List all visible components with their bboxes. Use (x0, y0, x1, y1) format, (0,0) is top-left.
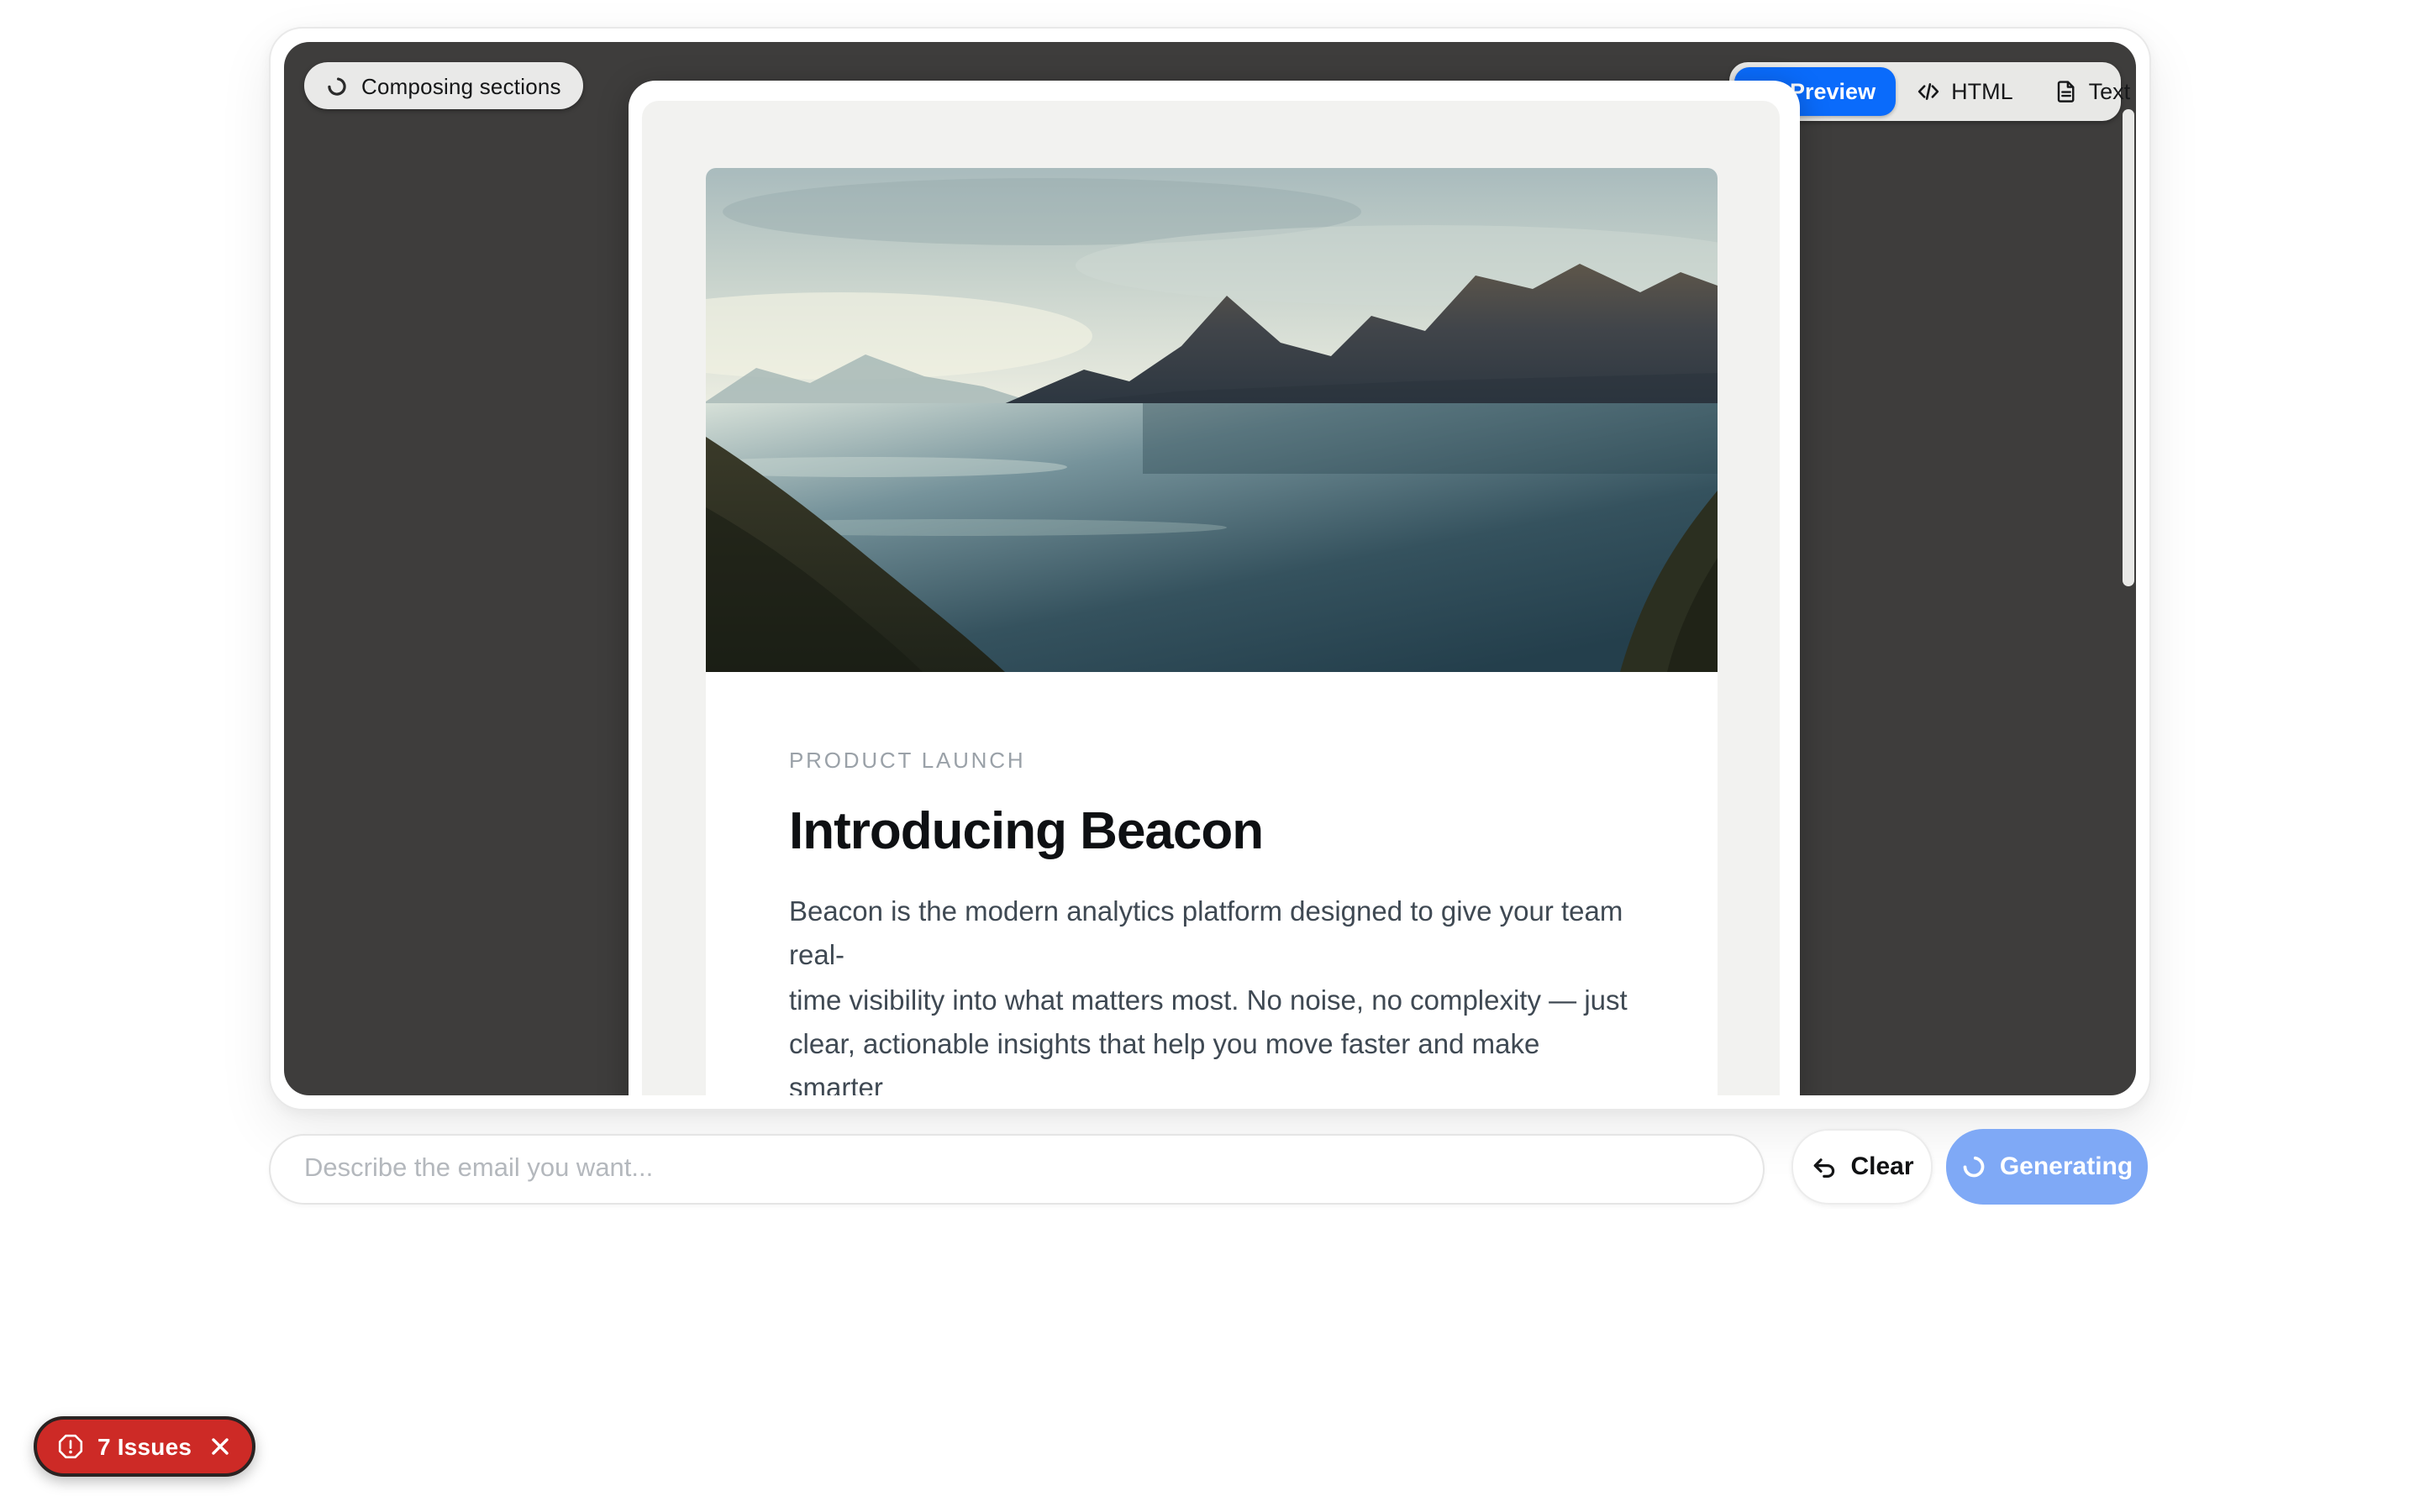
status-chip-label: Composing sections (361, 73, 561, 98)
tab-html-label: HTML (1951, 79, 2013, 104)
spinner-icon (1961, 1154, 1986, 1179)
email-body: PRODUCT LAUNCH Introducing Beacon Beacon… (705, 672, 1717, 1095)
email-canvas: PRODUCT LAUNCH Introducing Beacon Beacon… (642, 101, 1780, 1095)
preview-panel: Composing sections Preview (284, 42, 2136, 1095)
tab-html[interactable]: HTML (1896, 67, 2033, 116)
issues-badge[interactable]: 7 Issues (34, 1416, 255, 1477)
document-icon (2054, 79, 2079, 104)
alert-octagon-icon (57, 1433, 84, 1460)
prompt-input[interactable] (269, 1134, 1765, 1205)
hero-image (705, 168, 1717, 672)
app-stage: Composing sections Preview (0, 0, 2420, 1512)
spinner-icon (326, 75, 348, 97)
panel-scrollbar-thumb[interactable] (2123, 109, 2134, 586)
tab-text[interactable]: Text (2033, 67, 2136, 116)
tab-preview-label: Preview (1790, 79, 1876, 104)
email-paragraph: Beacon is the modern analytics platform … (789, 890, 1633, 1095)
email-title: Introducing Beacon (789, 801, 1633, 862)
close-icon[interactable] (208, 1435, 232, 1458)
status-chip: Composing sections (304, 62, 583, 109)
undo-icon (1810, 1153, 1837, 1180)
email-card: PRODUCT LAUNCH Introducing Beacon Beacon… (705, 168, 1717, 1095)
code-icon (1916, 79, 1941, 104)
clear-button-label: Clear (1850, 1152, 1913, 1181)
clear-button[interactable]: Clear (1791, 1129, 1933, 1205)
email-viewport: PRODUCT LAUNCH Introducing Beacon Beacon… (629, 81, 1800, 1095)
generate-button[interactable]: Generating (1946, 1129, 2148, 1205)
email-eyebrow: PRODUCT LAUNCH (789, 748, 1633, 773)
tab-text-label: Text (2089, 79, 2131, 104)
generate-button-label: Generating (2000, 1152, 2133, 1181)
generator-window: Composing sections Preview (269, 27, 2151, 1110)
issues-badge-label: 7 Issues (97, 1433, 192, 1460)
